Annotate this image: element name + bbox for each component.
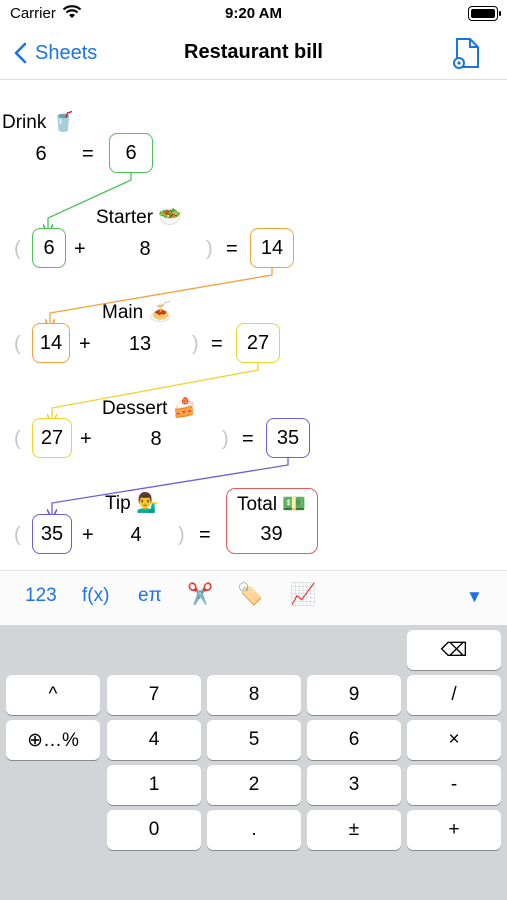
functions-tab[interactable]: f(x) [82,585,109,607]
drink-input[interactable]: 6 [26,143,56,166]
key-2[interactable]: 2 [207,765,301,805]
equals-sign: = [242,428,254,450]
status-bar: Carrier 9:20 AM [0,0,507,30]
open-paren: ( [14,238,21,260]
starter-label: Starter 🥗 [96,207,182,228]
numbers-tab[interactable]: 123 [25,585,57,607]
drink-label: Drink 🥤 [2,112,76,133]
close-paren: ) [206,238,213,260]
backspace-key[interactable]: ⌫ [407,630,501,670]
constants-tab[interactable]: eπ [138,585,162,607]
tip-prev-box[interactable]: 35 [32,514,72,554]
key-9[interactable]: 9 [307,675,401,715]
chart-icon[interactable]: 📈 [290,583,316,607]
divide-key[interactable]: / [407,675,501,715]
battery-icon [468,6,501,21]
key-4[interactable]: 4 [107,720,201,760]
page-title: Restaurant bill [184,41,323,63]
plus-sign: + [80,428,92,450]
navigation-bar: Sheets Restaurant bill [0,30,507,80]
plus-minus-key[interactable]: ± [307,810,401,850]
app-root: Carrier 9:20 AM Sheets Restaurant bill D… [0,0,507,900]
starter-prev-box[interactable]: 6 [32,228,66,268]
status-time: 9:20 AM [225,5,282,22]
equals-sign: = [211,333,223,355]
calculator-keyboard: ⌫ ^ 7 8 9 / ⊕…% 4 5 6 × 1 2 3 - 0 . ± + [0,625,507,900]
total-label: Total 💵 [236,494,307,515]
power-key[interactable]: ^ [6,675,100,715]
dessert-prev-box[interactable]: 27 [32,418,72,458]
dessert-input[interactable]: 8 [139,428,173,451]
key-6[interactable]: 6 [307,720,401,760]
open-paren: ( [14,333,21,355]
plus-sign: + [74,238,86,260]
collapse-keyboard-icon[interactable]: ▼ [466,587,483,607]
key-3[interactable]: 3 [307,765,401,805]
key-8[interactable]: 8 [207,675,301,715]
close-paren: ) [192,333,199,355]
dessert-label: Dessert 🍰 [102,398,197,419]
keyboard-toolbar: 123 f(x) eπ ✂️ 🏷️ 📈 ▼ [0,570,507,625]
main-prev-box[interactable]: 14 [32,323,70,363]
minus-key[interactable]: - [407,765,501,805]
percent-key[interactable]: ⊕…% [6,720,100,760]
dessert-result-box[interactable]: 35 [266,418,310,458]
scissors-icon[interactable]: ✂️ [187,583,213,607]
total-value: 39 [260,523,283,545]
tip-input[interactable]: 4 [119,524,153,547]
close-paren: ) [178,524,185,546]
tip-label: Tip 💁‍♂️ [105,493,160,514]
equals-sign: = [226,238,238,260]
multiply-key[interactable]: × [407,720,501,760]
key-5[interactable]: 5 [207,720,301,760]
plus-sign: + [82,524,94,546]
main-label: Main 🍝 [102,302,173,323]
equals-sign: = [199,524,211,546]
close-paren: ) [222,428,229,450]
drink-result-box[interactable]: 6 [109,133,153,173]
main-result-box[interactable]: 27 [236,323,280,363]
decimal-key[interactable]: . [207,810,301,850]
main-input[interactable]: 13 [123,333,157,356]
open-paren: ( [14,428,21,450]
open-paren: ( [14,524,21,546]
equals-sign: = [82,143,94,165]
starter-result-box[interactable]: 14 [250,228,294,268]
calculation-sheet[interactable]: Drink 🥤 6 = 6 Starter 🥗 ( 6 + 8 ) = 14 M… [0,80,507,570]
tag-icon[interactable]: 🏷️ [237,583,263,607]
document-settings-icon[interactable] [450,36,484,77]
starter-input[interactable]: 8 [128,238,162,261]
key-7[interactable]: 7 [107,675,201,715]
key-1[interactable]: 1 [107,765,201,805]
key-0[interactable]: 0 [107,810,201,850]
plus-key[interactable]: + [407,810,501,850]
total-box[interactable]: Total 💵 39 [226,488,318,554]
plus-sign: + [79,333,91,355]
